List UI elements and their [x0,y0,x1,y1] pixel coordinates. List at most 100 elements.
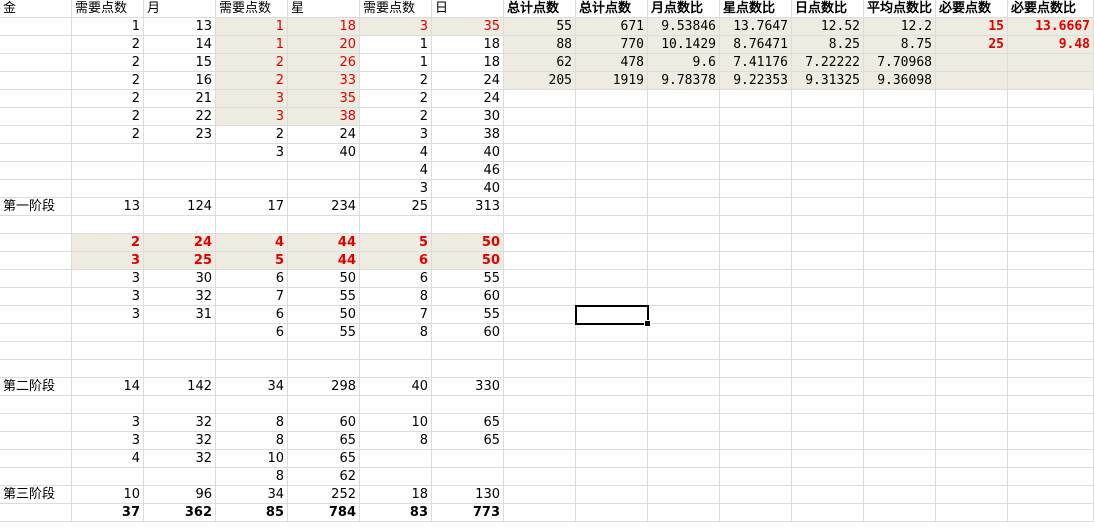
sheet-cell[interactable] [504,468,576,486]
sheet-cell[interactable] [0,468,72,486]
sheet-cell[interactable] [0,180,72,198]
sheet-cell[interactable] [576,396,648,414]
sheet-cell[interactable]: 2 [360,72,432,90]
sheet-cell[interactable]: 55 [288,324,360,342]
sheet-cell[interactable] [576,144,648,162]
sheet-cell[interactable]: 65 [432,414,504,432]
sheet-cell[interactable] [720,108,792,126]
sheet-cell[interactable]: 12.52 [792,18,864,36]
sheet-cell[interactable] [648,342,720,360]
sheet-cell[interactable] [936,234,1008,252]
sheet-cell[interactable]: 35 [288,90,360,108]
sheet-cell[interactable] [504,126,576,144]
sheet-cell[interactable] [1008,324,1094,342]
sheet-cell[interactable]: 85 [216,504,288,522]
sheet-cell[interactable] [936,306,1008,324]
sheet-cell[interactable] [792,270,864,288]
sheet-cell[interactable]: 13 [144,18,216,36]
sheet-cell[interactable] [144,468,216,486]
sheet-cell[interactable]: 46 [432,162,504,180]
sheet-cell[interactable] [936,162,1008,180]
sheet-cell[interactable] [576,90,648,108]
sheet-cell[interactable]: 7 [216,288,288,306]
sheet-cell[interactable]: 1919 [576,72,648,90]
sheet-cell[interactable] [648,252,720,270]
sheet-cell[interactable] [288,162,360,180]
sheet-cell[interactable] [648,126,720,144]
sheet-cell[interactable]: 6 [216,324,288,342]
sheet-cell[interactable] [576,234,648,252]
sheet-cell[interactable] [1008,144,1094,162]
sheet-cell[interactable]: 298 [288,378,360,396]
sheet-cell[interactable] [432,360,504,378]
sheet-cell[interactable] [576,486,648,504]
sheet-cell[interactable] [72,216,144,234]
sheet-cell[interactable] [1008,342,1094,360]
sheet-cell[interactable] [72,342,144,360]
sheet-cell[interactable] [576,252,648,270]
sheet-cell[interactable] [648,180,720,198]
sheet-cell[interactable] [864,144,936,162]
sheet-cell[interactable] [504,90,576,108]
sheet-cell[interactable] [864,234,936,252]
sheet-cell[interactable] [936,432,1008,450]
sheet-cell[interactable]: 44 [288,252,360,270]
sheet-cell[interactable]: 8.76471 [720,36,792,54]
sheet-cell[interactable] [648,90,720,108]
sheet-cell[interactable]: 8 [216,432,288,450]
sheet-cell[interactable] [792,432,864,450]
sheet-cell[interactable]: 2 [216,54,288,72]
sheet-cell[interactable] [216,216,288,234]
sheet-cell[interactable] [144,324,216,342]
sheet-cell[interactable] [720,288,792,306]
sheet-cell[interactable] [504,180,576,198]
sheet-cell[interactable] [936,180,1008,198]
sheet-cell[interactable]: 34 [216,378,288,396]
sheet-cell[interactable] [1008,288,1094,306]
sheet-cell[interactable] [936,342,1008,360]
sheet-cell[interactable]: 1 [360,36,432,54]
sheet-cell[interactable]: 3 [216,144,288,162]
sheet-cell[interactable]: 24 [432,90,504,108]
sheet-cell[interactable]: 21 [144,90,216,108]
sheet-cell[interactable]: 3 [72,306,144,324]
sheet-cell[interactable]: 65 [288,432,360,450]
sheet-cell[interactable]: 4 [360,162,432,180]
sheet-cell[interactable] [792,198,864,216]
sheet-cell[interactable] [648,198,720,216]
sheet-cell[interactable]: 23 [144,126,216,144]
sheet-cell[interactable]: 24 [288,126,360,144]
sheet-cell[interactable]: 38 [288,108,360,126]
sheet-cell[interactable]: 6 [216,306,288,324]
sheet-cell[interactable]: 3 [72,252,144,270]
sheet-cell[interactable] [0,90,72,108]
sheet-cell[interactable]: 15 [144,54,216,72]
sheet-cell[interactable] [216,180,288,198]
sheet-cell[interactable] [864,450,936,468]
sheet-cell[interactable] [288,342,360,360]
sheet-cell[interactable]: 7.70968 [864,54,936,72]
sheet-cell[interactable] [576,324,648,342]
sheet-cell[interactable]: 平均点数比 [864,0,936,18]
sheet-cell[interactable]: 9.36098 [864,72,936,90]
sheet-cell[interactable] [144,396,216,414]
sheet-cell[interactable] [1008,378,1094,396]
sheet-cell[interactable]: 50 [432,234,504,252]
sheet-cell[interactable]: 10 [72,486,144,504]
sheet-cell[interactable]: 7.22222 [792,54,864,72]
sheet-cell[interactable] [576,360,648,378]
sheet-cell[interactable]: 7 [360,306,432,324]
sheet-cell[interactable]: 24 [144,234,216,252]
sheet-cell[interactable]: 3 [360,18,432,36]
sheet-cell[interactable] [792,306,864,324]
sheet-cell[interactable]: 第二阶段 [0,378,72,396]
sheet-cell[interactable]: 18 [432,54,504,72]
sheet-cell[interactable] [1008,72,1094,90]
sheet-cell[interactable]: 18 [432,36,504,54]
sheet-cell[interactable]: 20 [288,36,360,54]
sheet-cell[interactable] [576,180,648,198]
sheet-cell[interactable]: 234 [288,198,360,216]
sheet-cell[interactable]: 313 [432,198,504,216]
sheet-cell[interactable] [72,180,144,198]
sheet-cell[interactable]: 2 [216,126,288,144]
